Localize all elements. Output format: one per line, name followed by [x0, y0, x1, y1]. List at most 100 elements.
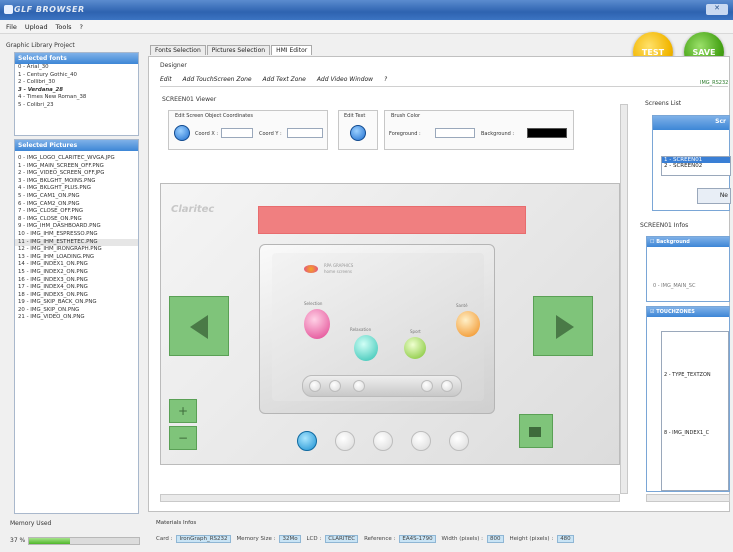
picture-item[interactable]: 8 - IMG_CLOSE_ON.PNG — [15, 216, 138, 224]
tab-pictures-selection[interactable]: Pictures Selection — [206, 45, 271, 55]
picture-item[interactable]: 9 - IMG_IHM_DASHBOARD.PNG — [15, 223, 138, 231]
new-screen-button[interactable]: Ne — [697, 188, 731, 204]
picture-item[interactable]: 4 - IMG_BKLGHT_PLUS.PNG — [15, 185, 138, 193]
picture-item[interactable]: 6 - IMG_CAM2_ON.PNG — [15, 201, 138, 209]
page-dot-3[interactable] — [373, 431, 393, 451]
backlight-minus-button[interactable]: − — [169, 426, 197, 450]
screen-canvas[interactable]: Claritec + − RPA GRAPHICS home screens S… — [160, 183, 620, 465]
background-checkbox[interactable]: ☐ Background — [647, 237, 729, 247]
touchzones-checkbox[interactable]: ☑ TOUCHZONES — [647, 307, 729, 317]
tab-fonts-selection[interactable]: Fonts Selection — [150, 45, 206, 55]
picture-item[interactable]: 17 - IMG_INDEX4_ON.PNG — [15, 284, 138, 292]
screens-header: Scr — [653, 116, 729, 130]
coord-apply-button[interactable] — [174, 125, 190, 141]
coord-group-title: Edit Screen Object Coordinates — [175, 113, 253, 119]
page-dot-4[interactable] — [411, 431, 431, 451]
screens-list-label: Screens List — [645, 100, 682, 107]
font-item[interactable]: 2 - Collibri_30 — [15, 79, 138, 87]
index-icon[interactable] — [329, 380, 341, 392]
lotus-logo-icon — [304, 265, 318, 273]
menu-bar: File Upload Tools ? — [0, 20, 733, 34]
font-item[interactable]: 3 - Verdana_28 — [15, 87, 138, 95]
picture-item[interactable]: 14 - IMG_INDEX1_ON.PNG — [15, 261, 138, 269]
screen-item-2[interactable]: 2 - SCREEN02 — [662, 163, 730, 169]
toolbar-add-video-window[interactable]: Add Video Window — [317, 76, 373, 83]
designer-label: Designer — [160, 62, 187, 69]
picture-item[interactable]: 5 - IMG_CAM1_ON.PNG — [15, 193, 138, 201]
tile-sport[interactable] — [404, 337, 426, 359]
window-title: GLF BROWSER — [14, 5, 85, 14]
next-screen-button[interactable] — [533, 296, 593, 356]
memsize-label: Memory Size : — [236, 536, 276, 542]
picture-item[interactable]: 18 - IMG_INDEX5_ON.PNG — [15, 292, 138, 300]
font-item[interactable]: 1 - Century Gothic_40 — [15, 72, 138, 80]
skip-back-icon[interactable] — [309, 380, 321, 392]
menu-upload[interactable]: Upload — [25, 20, 48, 34]
menu-file[interactable]: File — [6, 20, 17, 34]
play-icon[interactable] — [421, 380, 433, 392]
picture-item[interactable]: 3 - IMG_BKLGHT_MOINS.PNG — [15, 178, 138, 186]
camera-icon — [529, 427, 541, 437]
screens-listbox[interactable]: 1 - SCREEN01 2 - SCREEN02 — [661, 156, 731, 176]
toolbar-edit[interactable]: Edit — [160, 76, 172, 83]
coord-x-input[interactable] — [221, 128, 253, 138]
picture-item[interactable]: 19 - IMG_SKIP_BACK_ON.PNG — [15, 299, 138, 307]
picture-item[interactable]: 11 - IMG_IHM_ESTHETEC.PNG — [15, 238, 138, 247]
touchzones-list[interactable]: 2 - TYPE_TEXTZON 8 - IMG_INDEX1_C — [661, 331, 729, 491]
picture-item[interactable]: 13 - IMG_IHM_LOADING.PNG — [15, 254, 138, 262]
device-title-2: home screens — [324, 269, 352, 274]
arrow-left-icon — [190, 315, 208, 339]
picture-item[interactable]: 0 - IMG_LOGO_CLARITEC_WVGA.JPG — [15, 155, 138, 163]
materials-label: Materials Infos — [156, 520, 197, 526]
tile-label-sante: Santé — [456, 303, 468, 308]
picture-item[interactable]: 15 - IMG_INDEX2_ON.PNG — [15, 269, 138, 277]
font-item[interactable]: 0 - Arial_30 — [15, 64, 138, 72]
page-dot-2[interactable] — [335, 431, 355, 451]
font-item[interactable]: 4 - Times New Roman_38 — [15, 94, 138, 102]
background-check-label: Background — [656, 239, 690, 245]
toolbar-add-text-zone[interactable]: Add Text Zone — [263, 76, 306, 83]
tile-label-sport: Sport — [410, 329, 421, 334]
picture-item[interactable]: 2 - IMG_VIDEO_SCREEN_OFF.JPG — [15, 170, 138, 178]
picture-item[interactable]: 12 - IMG_IHM_IRONGRAPH.PNG — [15, 246, 138, 254]
coord-y-input[interactable] — [287, 128, 323, 138]
media-control-bar — [302, 375, 462, 397]
touchzone-entry-2[interactable]: 8 - IMG_INDEX1_C — [664, 430, 709, 436]
picture-item[interactable]: 21 - IMG_VIDEO_ON.PNG — [15, 314, 138, 322]
font-item[interactable]: 5 - Colibri_23 — [15, 102, 138, 110]
tile-selection[interactable] — [304, 309, 330, 339]
picture-item[interactable]: 7 - IMG_CLOSE_OFF.PNG — [15, 208, 138, 216]
close-icon[interactable]: ✕ — [706, 4, 728, 15]
picture-item[interactable]: 1 - IMG_MAIN_SCREEN_OFF.PNG — [15, 163, 138, 171]
stop-icon[interactable] — [441, 380, 453, 392]
picture-item[interactable]: 20 - IMG_SKIP_ON.PNG — [15, 307, 138, 315]
toolbar-help[interactable]: ? — [384, 76, 387, 83]
tab-hmi-editor[interactable]: HMI Editor — [271, 45, 313, 55]
page-dot-1[interactable] — [297, 431, 317, 451]
backlight-plus-button[interactable]: + — [169, 399, 197, 423]
edit-text-button[interactable] — [350, 125, 366, 141]
viewer-hscroll[interactable] — [160, 494, 620, 502]
background-box: ☐ Background 0 - IMG_MAIN_SC — [646, 236, 730, 302]
home-icon[interactable] — [353, 380, 365, 392]
page-dot-5[interactable] — [449, 431, 469, 451]
infos-hscroll[interactable] — [646, 494, 730, 502]
prev-screen-button[interactable] — [169, 296, 229, 356]
menu-tools[interactable]: Tools — [56, 20, 72, 34]
foreground-select[interactable] — [435, 128, 475, 138]
screens-panel: Scr 1 - SCREEN01 2 - SCREEN02 Ne — [652, 115, 731, 211]
picture-item[interactable]: 16 - IMG_INDEX3_ON.PNG — [15, 277, 138, 285]
pictures-header: Selected Pictures — [15, 140, 138, 151]
lcd-label: LCD : — [306, 536, 322, 542]
fonts-panel: Selected fonts 0 - Arial_30 1 - Century G… — [14, 52, 139, 136]
text-zone-banner[interactable] — [258, 206, 526, 234]
picture-item[interactable]: 10 - IMG_IHM_ESPRESSO.PNG — [15, 231, 138, 239]
tile-sante[interactable] — [456, 311, 480, 337]
tile-relaxation[interactable] — [354, 335, 378, 361]
background-select[interactable] — [527, 128, 567, 138]
menu-help[interactable]: ? — [79, 20, 82, 34]
viewer-vscroll[interactable] — [620, 104, 628, 494]
video-camera-button[interactable] — [519, 414, 553, 448]
toolbar-add-touchscreen-zone[interactable]: Add TouchScreen Zone — [183, 76, 252, 83]
touchzone-entry-1[interactable]: 2 - TYPE_TEXTZON — [664, 372, 711, 378]
